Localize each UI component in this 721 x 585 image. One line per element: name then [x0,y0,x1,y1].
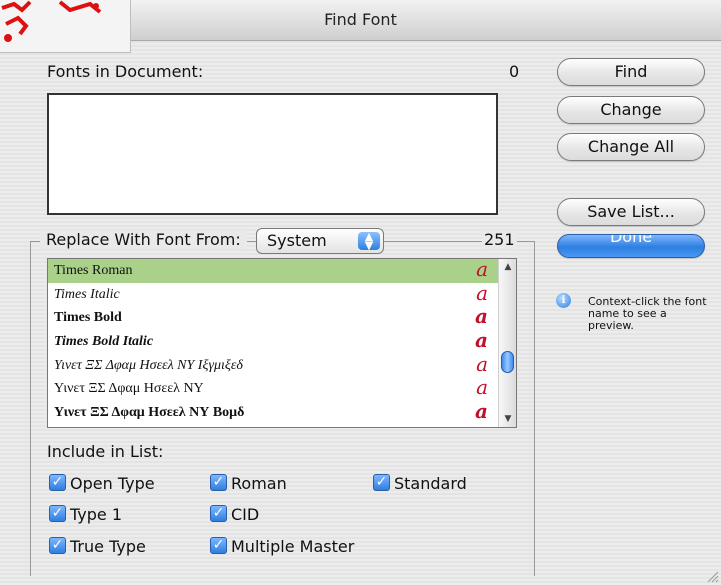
font-name: Times Italic [54,286,120,302]
change-button[interactable]: Change [557,96,705,124]
checkbox-label: Roman [231,474,287,493]
font-list-item[interactable]: Times Bold Italic a [48,328,516,354]
checkbox-label: True Type [70,537,146,556]
cid-checkbox[interactable]: ✓ CID [210,504,259,526]
fonts-in-document-list[interactable] [47,93,498,215]
font-list-item[interactable]: Times Bold a [48,304,516,330]
checkmark-icon: ✓ [210,537,227,554]
checkbox-label: Multiple Master [231,537,355,556]
font-list-item[interactable]: Υινετ ΞΣ Δφαμ Ησεελ ΝΥ Ιξγμιξεδ a [48,351,516,378]
font-sample-glyph: a [475,304,488,329]
replacement-font-list[interactable]: Times Roman a Times Italic a Times Bold … [47,258,517,428]
font-list-item[interactable]: Times Roman a [48,259,516,283]
find-font-dialog: Find Font Fonts in Document: 0 Find Chan… [0,0,721,585]
font-name: Υινετ ΞΣ Δφαμ Ησεελ ΝΥ [54,381,204,397]
done-button[interactable]: Done [557,234,705,258]
save-list-button[interactable]: Save List... [557,198,705,226]
checkmark-icon: ✓ [210,505,227,522]
fonts-in-document-label: Fonts in Document: [47,62,204,81]
checkbox-label: Standard [394,474,467,493]
popup-stepper-icon: ▲ ▼ [358,231,380,251]
type-1-checkbox[interactable]: ✓ Type 1 [49,504,122,526]
font-name: Υινετ ΞΣ Δφαμ Ησεελ ΝΥ Ιξγμιξεδ [54,357,243,373]
checkmark-icon: ✓ [49,474,66,491]
font-list-scrollbar[interactable]: ▲ ▼ [498,259,516,427]
multiple-master-checkbox[interactable]: ✓ Multiple Master [210,536,354,558]
scroll-down-icon[interactable]: ▼ [502,414,514,424]
font-name: Υινετ ΞΣ Δφαμ Ησεελ ΝΥ Βομδ [54,405,245,421]
font-name: Times Roman [54,263,133,278]
font-name: Times Bold Italic [54,334,154,350]
checkmark-icon: ✓ [210,474,227,491]
checkmark-icon: ✓ [49,537,66,554]
font-list-item[interactable]: Υινετ ΞΣ Δφαμ Ησεελ ΝΥ a [48,375,516,401]
roman-checkbox[interactable]: ✓ Roman [210,473,287,495]
checkbox-label: Type 1 [70,505,123,524]
background-window-fragment [0,0,131,53]
context-click-hint: Context-click the font name to see a pre… [588,295,707,332]
font-name: Times Bold [54,310,122,326]
font-sample-glyph: a [476,280,488,305]
scroll-up-icon[interactable]: ▲ [502,262,514,272]
checkbox-label: CID [231,505,260,524]
font-sample-glyph: a [476,351,488,376]
font-sample-glyph: a [475,399,488,424]
scroll-thumb[interactable] [501,351,514,373]
done-button-label: Done [609,234,653,246]
replace-with-label: Replace With Font From: [40,230,247,249]
font-source-value: System [267,231,327,250]
red-scribble-image [1,0,102,42]
checkmark-icon: ✓ [49,505,66,522]
info-icon: i [556,293,571,308]
fonts-in-document-count: 0 [509,62,520,81]
include-in-list-label: Include in List: [47,442,164,461]
checkmark-icon: ✓ [373,474,390,491]
standard-checkbox[interactable]: ✓ Standard [373,473,467,495]
font-sample-glyph: a [476,258,488,281]
font-sample-glyph: a [475,328,488,353]
open-type-checkbox[interactable]: ✓ Open Type [49,473,155,495]
true-type-checkbox[interactable]: ✓ True Type [49,536,146,558]
font-list-item[interactable]: Υινετ ΞΣ Δφαμ Ησεελ ΝΥ Βομδ a [48,399,516,425]
find-button[interactable]: Find [557,58,705,86]
resize-grip-icon[interactable] [705,569,719,583]
checkbox-label: Open Type [70,474,155,493]
change-all-button[interactable]: Change All [557,133,705,161]
font-source-popup[interactable]: System ▲ ▼ [256,228,384,254]
font-sample-glyph: a [476,375,488,400]
replace-font-count: 251 [482,230,517,249]
font-list-item[interactable]: Times Italic a [48,280,516,307]
